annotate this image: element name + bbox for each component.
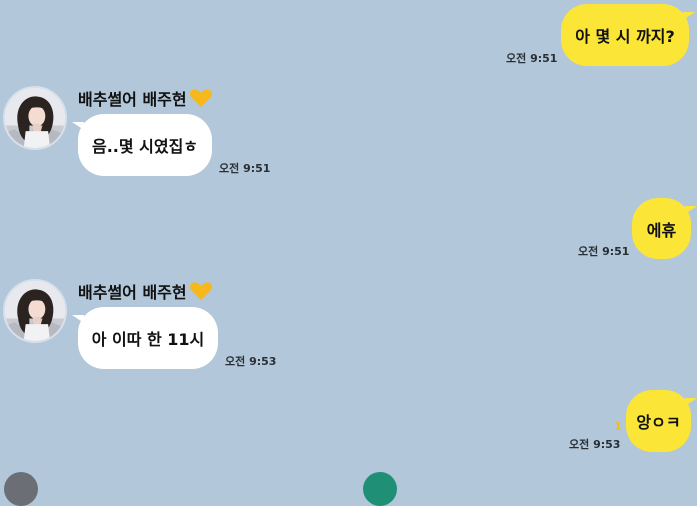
message-time: 오전 9:51 [219,162,271,175]
unread-count: 1 [614,420,622,433]
sender-name-text: 배추썰어 배주현 [78,283,187,302]
incoming-message-bubble[interactable]: 음..몇 시였집ㅎ [72,114,212,176]
sender-avatar[interactable] [3,86,67,150]
outgoing-message-bubble[interactable]: 앙ㅇㅋ [626,390,697,452]
partial-icon [363,472,397,506]
message-time: 오전 9:51 [506,52,558,65]
sender-avatar[interactable] [3,279,67,343]
message-time: 오전 9:53 [569,438,621,451]
yellow-heart-icon [189,282,212,300]
outgoing-message-bubble[interactable]: 에휴 [632,198,697,259]
message-time: 오전 9:51 [578,245,630,258]
profile-avatar-icon [5,281,65,341]
message-text: 음..몇 시였집ㅎ [91,137,199,156]
outgoing-message-bubble[interactable]: 아 몇 시 까지? [561,4,695,66]
incoming-message-bubble[interactable]: 아 이따 한 11시 [72,307,218,369]
sender-name: 배추썰어 배주현 [78,279,213,303]
sender-name: 배추썰어 배주현 [78,86,213,110]
partial-avatar [4,472,38,506]
profile-avatar-icon [5,88,65,148]
sender-name-text: 배추썰어 배주현 [78,90,187,109]
message-text: 아 몇 시 까지? [575,27,675,46]
message-text: 아 이따 한 11시 [91,330,205,349]
message-text: 앙ㅇㅋ [636,413,681,432]
chat-area[interactable]: 아 몇 시 까지? 오전 9:51 배추썰어 배주현 음..몇 시였집ㅎ 오전 … [0,0,697,506]
message-time: 오전 9:53 [225,355,277,368]
message-text: 에휴 [646,220,677,240]
yellow-heart-icon [189,89,212,107]
